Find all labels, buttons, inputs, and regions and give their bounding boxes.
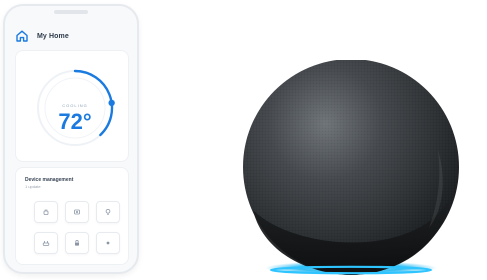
bulb-icon <box>105 208 111 215</box>
mode-label: COOLING <box>62 103 88 108</box>
router-icon <box>42 241 50 246</box>
device-tile-router[interactable] <box>34 232 58 254</box>
phone-mockup: My Home COOLING 72° Device management 1 … <box>3 4 139 274</box>
devices-title: Device management <box>25 177 74 183</box>
home-icon[interactable] <box>15 29 29 43</box>
device-management-card[interactable]: Device management 1 update <box>15 167 129 265</box>
lock-icon <box>75 240 79 246</box>
device-tile-camera[interactable] <box>65 201 89 223</box>
plug-icon <box>43 209 49 215</box>
devices-subtitle: 1 update <box>25 184 41 189</box>
product-scene: My Home COOLING 72° Device management 1 … <box>0 0 487 277</box>
sensor-icon <box>106 241 110 245</box>
smart-speaker-image <box>233 59 467 275</box>
app-header: My Home <box>15 28 129 44</box>
phone-notch <box>54 10 88 14</box>
device-tile-lock[interactable] <box>65 232 89 254</box>
app-title: My Home <box>37 32 69 40</box>
device-tile-sensor[interactable] <box>96 232 120 254</box>
device-tile-plug[interactable] <box>34 201 58 223</box>
temperature-readout: 72° <box>58 109 92 134</box>
thermostat-dial[interactable]: COOLING 72° <box>34 67 116 149</box>
device-tile-bulb[interactable] <box>96 201 120 223</box>
camera-icon <box>74 209 80 215</box>
thermostat-card[interactable]: COOLING 72° <box>15 50 129 162</box>
